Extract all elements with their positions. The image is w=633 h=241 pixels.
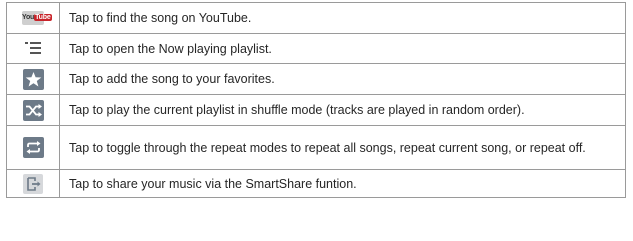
smartshare-icon — [23, 173, 43, 194]
row-description: Tap to play the current playlist in shuf… — [59, 94, 626, 126]
icon-cell — [6, 94, 60, 126]
table-row: Tap to add the song to your favorites. — [6, 63, 626, 95]
icon-cell — [6, 33, 60, 64]
icon-cell: YouTube — [6, 2, 60, 34]
table-row: Tap to play the current playlist in shuf… — [6, 94, 626, 126]
icon-cell — [6, 125, 60, 170]
table-row: YouTube Tap to find the song on YouTube. — [6, 2, 626, 34]
repeat-icon — [22, 137, 44, 158]
table-row: Tap to open the Now playing playlist. — [6, 33, 626, 64]
row-description: Tap to share your music via the SmartSha… — [59, 169, 626, 198]
youtube-icon: YouTube — [22, 10, 52, 25]
music-controls-table: YouTube Tap to find the song on YouTube.… — [6, 2, 626, 198]
icon-cell — [6, 63, 60, 95]
star-icon — [22, 68, 44, 90]
row-description: Tap to open the Now playing playlist. — [59, 33, 626, 64]
table-row: Tap to share your music via the SmartSha… — [6, 169, 626, 198]
row-description: Tap to toggle through the repeat modes t… — [59, 125, 626, 170]
row-description: Tap to find the song on YouTube. — [59, 2, 626, 34]
icon-cell — [6, 169, 60, 198]
table-row: Tap to toggle through the repeat modes t… — [6, 125, 626, 170]
playlist-icon — [25, 42, 41, 55]
row-description: Tap to add the song to your favorites. — [59, 63, 626, 95]
shuffle-icon — [22, 99, 44, 121]
